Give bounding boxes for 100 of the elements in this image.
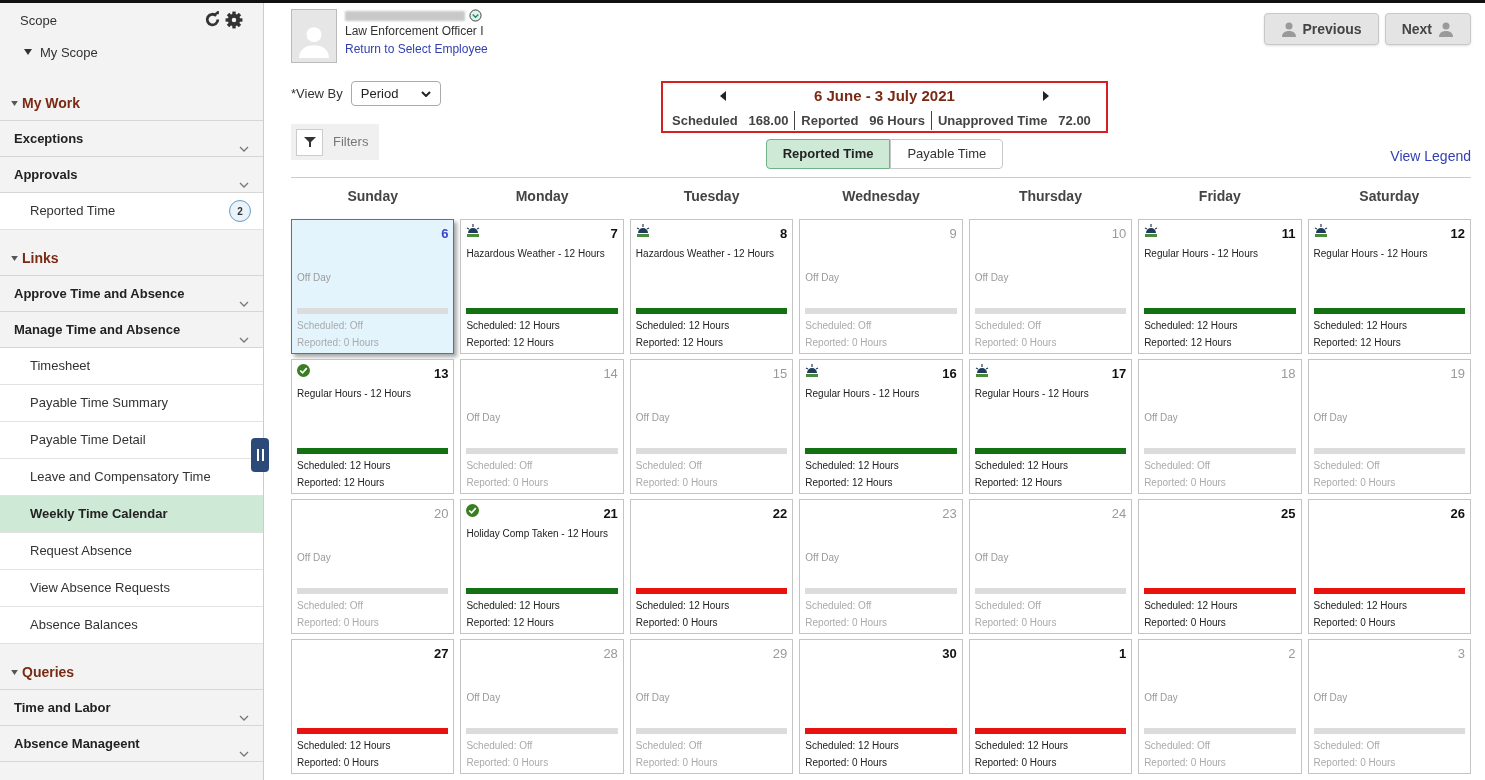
nav-link[interactable]: Leave and Compensatory Time [0, 459, 263, 496]
day-number: 9 [949, 225, 957, 243]
period-title: 6 June - 3 July 2021 [813, 86, 955, 106]
calendar-day[interactable]: 25 Scheduled: 12 Hours Reported: 0 Hours [1138, 499, 1302, 634]
time-entry: Hazardous Weather - 12 Hours [466, 247, 606, 261]
sun-horizon-icon [1144, 224, 1159, 237]
calendar-day[interactable]: 26 Scheduled: 12 Hours Reported: 0 Hours [1307, 499, 1471, 634]
section-heading[interactable]: Links [22, 248, 59, 269]
nav-link[interactable]: Reported Time 2 [0, 193, 263, 230]
day-number: 23 [942, 505, 957, 523]
nav-link[interactable]: Weekly Time Calendar [0, 496, 263, 533]
next-button[interactable]: Next [1384, 13, 1471, 45]
reported-hours: Reported: 0 Hours [805, 336, 888, 350]
calendar-day[interactable]: 6 Off Day Scheduled: Off Reported: 0 Hours [291, 219, 455, 354]
nav-link[interactable]: Timesheet [0, 348, 263, 385]
day-number: 21 [603, 505, 618, 523]
scheduled-hours: Scheduled: 12 Hours [635, 319, 731, 333]
day-number: 8 [780, 225, 788, 243]
calendar-day[interactable]: 21 Holiday Comp Taken - 12 Hours Scheduled: 12 Hours Reported: 12 Hours [460, 499, 624, 634]
scheduled-hours: Scheduled: 12 Hours [1144, 599, 1239, 613]
calendar-day[interactable]: 1 Scheduled: 12 Hours Reported: 0 Hours [968, 639, 1133, 774]
reported-hours: Reported: 12 Hours [466, 336, 555, 350]
summary-item: Unapproved Time 72.00 [930, 110, 1097, 130]
day-number: 2 [1288, 645, 1296, 663]
view-legend-link[interactable]: View Legend [1390, 146, 1471, 167]
accordion-header[interactable]: Time and Labor [0, 690, 263, 726]
calendar-day[interactable]: 8 Hazardous Weather - 12 Hours Scheduled: 12 Hours Reported: 12 Hours [629, 219, 794, 354]
reported-hours: Reported: 0 Hours [1313, 616, 1397, 630]
reported-hours: Reported: 12 Hours [297, 476, 386, 490]
return-link[interactable]: Return to Select Employee [345, 40, 488, 58]
off-day-label: Off Day [635, 411, 671, 425]
settings-icon[interactable] [225, 11, 243, 29]
sun-horizon-icon [466, 224, 481, 237]
calendar-day[interactable]: 16 Regular Hours - 12 Hours Scheduled: 12 Hours Reported: 12 Hours [799, 359, 963, 494]
calendar-day[interactable]: 22 Scheduled: 12 Hours Reported: 0 Hours [629, 499, 794, 634]
nav-link[interactable]: View Absence Requests [0, 570, 263, 607]
view-by-select[interactable]: Period [350, 81, 441, 106]
reported-hours: Reported: 12 Hours [805, 476, 894, 490]
day-number: 7 [610, 225, 618, 243]
off-day-label: Off Day [635, 691, 671, 705]
summary-item: Reported 96 Hours [794, 110, 931, 130]
previous-button[interactable]: Previous [1263, 13, 1379, 45]
view-toggle-tab[interactable]: Reported Time [765, 139, 891, 169]
caret-icon [11, 670, 18, 675]
weekday-header: Thursday [1017, 186, 1083, 206]
person-icon [1280, 21, 1297, 37]
dropdown-icon[interactable] [469, 9, 482, 22]
section-heading[interactable]: Queries [22, 662, 75, 683]
person-icon [297, 24, 331, 58]
nav-link[interactable]: Payable Time Detail [0, 422, 263, 459]
check-circle-icon [297, 364, 310, 377]
scheduled-hours: Scheduled: 12 Hours [974, 739, 1070, 753]
day-number: 27 [433, 645, 449, 663]
off-day-label: Off Day [974, 551, 1010, 565]
time-entry: Regular Hours - 12 Hours [297, 387, 412, 401]
off-day-label: Off Day [1144, 691, 1179, 705]
calendar-day[interactable]: 17 Regular Hours - 12 Hours Scheduled: 12 Hours Reported: 12 Hours [968, 359, 1133, 494]
scope-item[interactable]: My Scope [40, 42, 98, 62]
filter-icon [296, 128, 323, 156]
check-circle-icon [466, 504, 480, 517]
reported-hours: Reported: 0 Hours [974, 616, 1058, 630]
nav-link[interactable]: Request Absence [0, 533, 263, 570]
day-number: 22 [772, 505, 788, 523]
off-day-label: Off Day [805, 271, 840, 285]
next-period-icon[interactable] [1042, 91, 1049, 102]
day-number: 17 [1111, 365, 1127, 383]
refresh-icon[interactable] [204, 11, 221, 28]
scheduled-hours: Scheduled: Off [1313, 739, 1381, 753]
scheduled-hours: Scheduled: 12 Hours [805, 739, 900, 753]
calendar-day[interactable]: 12 Regular Hours - 12 Hours Scheduled: 12 Hours Reported: 12 Hours [1307, 219, 1471, 354]
chevron-down-icon [239, 146, 249, 152]
sun-horizon-icon [635, 224, 650, 237]
day-number: 28 [603, 645, 618, 663]
chevron-down-icon [239, 301, 249, 307]
section-heading[interactable]: My Work [22, 93, 81, 114]
calendar-day[interactable]: 30 Scheduled: 12 Hours Reported: 0 Hours [799, 639, 963, 774]
scheduled-hours: Scheduled: Off [805, 319, 873, 333]
off-day-label: Off Day [466, 691, 502, 705]
reported-hours: Reported: 0 Hours [466, 756, 550, 770]
reported-hours: Reported: 12 Hours [1313, 336, 1402, 350]
weekday-header: Saturday [1358, 186, 1421, 206]
day-number: 16 [942, 365, 957, 383]
caret-icon [24, 49, 32, 56]
accordion-header[interactable]: Approve Time and Absence [0, 276, 263, 312]
accordion-header[interactable]: Exceptions [0, 121, 263, 157]
calendar-day[interactable]: 13 Regular Hours - 12 Hours Scheduled: 12 Hours Reported: 12 Hours [291, 359, 455, 494]
scheduled-hours: Scheduled: 12 Hours [297, 739, 392, 753]
scheduled-hours: Scheduled: 12 Hours [466, 319, 561, 333]
time-entry: Holiday Comp Taken - 12 Hours [466, 527, 609, 541]
view-toggle-tab[interactable]: Payable Time [890, 139, 1004, 169]
reported-hours: Reported: 0 Hours [1313, 756, 1397, 770]
filters-button[interactable]: Filters [291, 124, 379, 160]
day-number: 18 [1281, 365, 1296, 383]
calendar-day[interactable]: 7 Hazardous Weather - 12 Hours Scheduled: 12 Hours Reported: 12 Hours [460, 219, 624, 354]
previous-period-icon[interactable] [720, 91, 726, 102]
calendar-day[interactable]: 27 Scheduled: 12 Hours Reported: 0 Hours [291, 639, 455, 774]
collapse-handle[interactable] [251, 438, 269, 472]
nav-link[interactable]: Absence Balances [0, 607, 263, 644]
calendar-day[interactable]: 11 Regular Hours - 12 Hours Scheduled: 12 Hours Reported: 12 Hours [1138, 219, 1302, 354]
nav-link[interactable]: Payable Time Summary [0, 385, 263, 422]
